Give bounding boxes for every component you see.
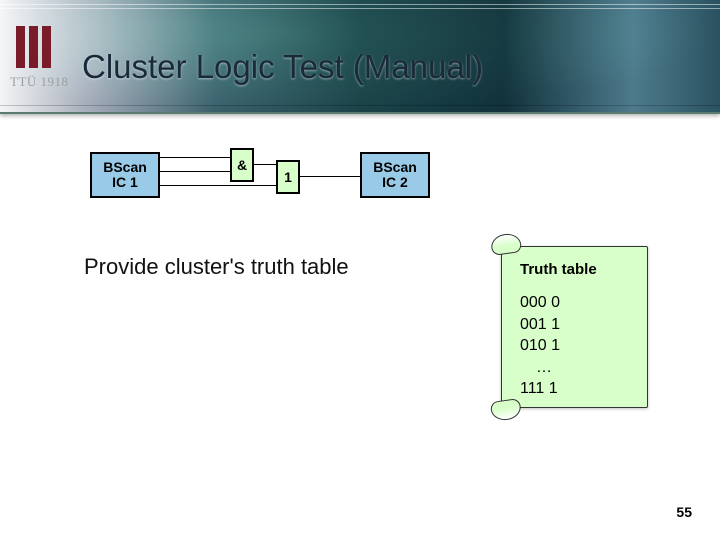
and-gate-symbol: & — [237, 157, 247, 173]
bscan-ic1-block: BScan IC 1 — [90, 152, 160, 198]
bscan-ic2-block: BScan IC 2 — [360, 152, 430, 198]
wire-icon — [252, 164, 276, 165]
truth-table-row: 010 1 — [520, 335, 637, 357]
chip2-label-line2: IC 2 — [382, 175, 408, 190]
wire-icon — [298, 176, 360, 177]
truth-table-row: … — [520, 357, 637, 379]
truth-table-row: 000 0 — [520, 292, 637, 314]
scroll-body: Truth table 000 0 001 1 010 1 … 111 1 — [501, 246, 648, 408]
wire-icon — [158, 171, 230, 172]
truth-table-scroll: Truth table 000 0 001 1 010 1 … 111 1 — [493, 236, 648, 418]
truth-table-row: 001 1 — [520, 314, 637, 336]
chip2-label-line1: BScan — [373, 160, 417, 175]
truth-table-row: 111 1 — [520, 378, 637, 400]
slide-title: Cluster Logic Test (Manual) — [82, 48, 483, 86]
chip1-label-line2: IC 1 — [112, 175, 138, 190]
university-logo: TTÜ 1918 — [10, 26, 69, 90]
chip1-label-line1: BScan — [103, 160, 147, 175]
slide-subtitle: Provide cluster's truth table — [84, 254, 349, 280]
wire-icon — [158, 185, 276, 186]
page-number: 55 — [676, 504, 692, 520]
wire-icon — [158, 157, 230, 158]
logo-bars-icon — [16, 26, 69, 68]
truth-table-heading: Truth table — [520, 261, 637, 278]
cluster-diagram: BScan IC 1 & 1 BScan IC 2 — [90, 148, 490, 228]
or-gate: 1 — [276, 160, 300, 194]
logo-text: TTÜ 1918 — [10, 74, 69, 90]
and-gate: & — [230, 148, 254, 182]
or-gate-symbol: 1 — [284, 169, 292, 185]
scroll-curl-icon — [490, 398, 522, 422]
